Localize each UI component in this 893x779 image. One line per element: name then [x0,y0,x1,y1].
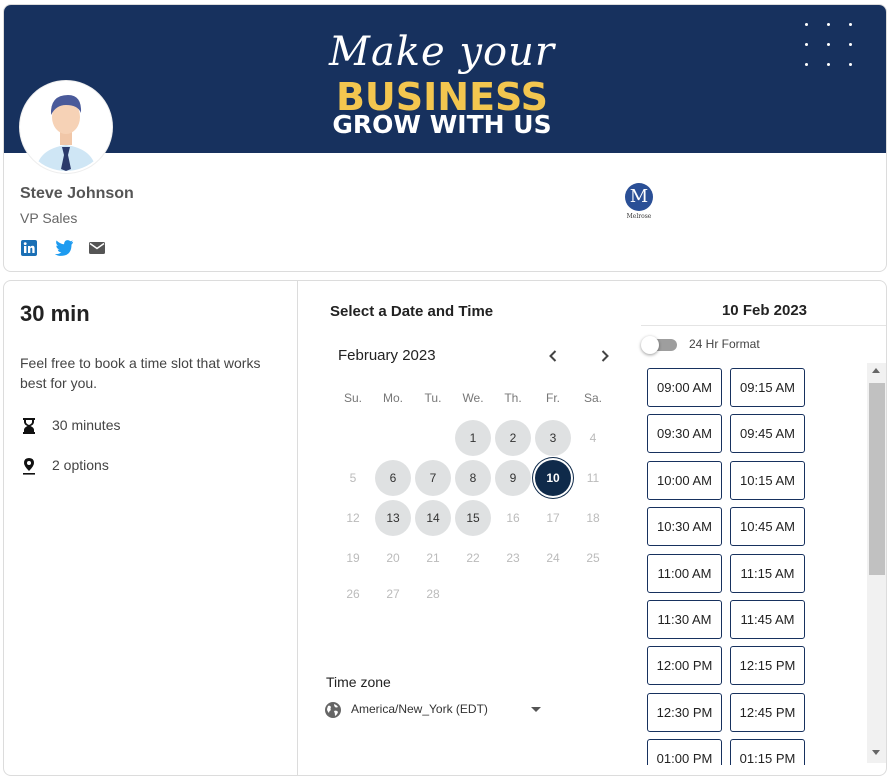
time-slots-pane: 10 Feb 2023 24 Hr Format 09:00 AM 09:15 A… [641,281,886,775]
time-slot-list: 09:00 AM 09:15 AM 09:30 AM 09:45 AM 10:00 AM… [641,281,867,765]
banner-subheadline: GROW WITH US [332,110,552,139]
time-slot-button[interactable]: 12:00 PM [647,646,722,686]
calendar-day[interactable]: 9 [495,460,531,496]
email-icon[interactable] [88,239,108,259]
calendar-day[interactable]: 1 [455,420,491,456]
weekday-label: Tu. [424,391,442,405]
banner-script-text: Make your [329,29,555,75]
time-slot-button[interactable]: 09:30 AM [647,414,722,454]
time-slot-button[interactable]: 01:00 PM [647,739,722,765]
time-slot-button[interactable]: 09:45 AM [730,414,805,454]
time-slot-button[interactable]: 11:00 AM [647,553,722,593]
calendar-day[interactable]: 14 [415,500,451,536]
time-slot-button[interactable]: 11:15 AM [730,553,805,593]
globe-icon [324,701,342,719]
twitter-icon[interactable] [54,239,74,259]
time-slot-button[interactable]: 10:15 AM [730,460,805,500]
timezone-value: America/New_York (EDT) [351,702,488,716]
calendar-day[interactable]: 15 [455,500,491,536]
hourglass-icon [22,417,38,435]
time-slot-button[interactable]: 10:45 AM [730,507,805,547]
decorative-dots [805,23,855,69]
weekday-label: Su. [343,391,362,405]
banner: Make your BUSINESS GROW WITH US [4,5,886,153]
calendar-day: 26 [346,587,360,601]
time-slot-button[interactable]: 11:45 AM [730,600,805,639]
calendar-day[interactable]: 2 [495,420,531,456]
profile-title: VP Sales [20,210,78,226]
company-logo-text: Melrose [626,213,652,220]
calendar-day: 5 [349,471,357,485]
time-slot-button[interactable]: 12:30 PM [647,692,722,732]
time-slot-button[interactable]: 09:15 AM [730,368,805,407]
calendar-heading: Select a Date and Time [330,303,494,320]
weekday-label: Sa. [583,391,602,405]
slots-scrollbar[interactable] [867,363,886,763]
next-month-button[interactable] [594,345,616,367]
caret-down-icon [531,707,541,712]
calendar-day: 27 [386,587,400,601]
prev-month-button[interactable] [542,345,564,367]
calendar-day: 16 [506,511,520,525]
weekday-label: We. [462,391,484,405]
calendar-day: 17 [546,511,560,525]
scroll-down-arrow-icon[interactable] [872,750,880,755]
company-logo: M Melrose [614,183,664,228]
company-logo-mark: M [625,183,653,211]
calendar-day: 23 [506,551,520,565]
calendar-day: 25 [586,551,600,565]
calendar-day[interactable]: 7 [415,460,451,496]
weekday-label: Mo. [382,391,403,405]
calendar-day: 28 [426,587,440,601]
chevron-left-icon [549,350,557,362]
time-slot-button[interactable]: 12:15 PM [730,646,805,686]
month-label: February 2023 [338,347,436,364]
event-details: 30 min Feel free to book a time slot tha… [4,281,298,775]
time-slot-button[interactable]: 11:30 AM [647,600,722,639]
location-pin-icon [22,457,38,475]
time-slot-button[interactable]: 12:45 PM [730,692,805,732]
time-slot-button[interactable]: 10:00 AM [647,460,722,500]
calendar-day[interactable]: 6 [375,460,411,496]
calendar-day-selected[interactable]: 10 [535,460,571,496]
duration-text: 30 minutes [52,417,121,433]
calendar-day: 19 [346,551,360,565]
avatar [20,81,112,173]
time-slot-button[interactable]: 09:00 AM [647,368,722,407]
weekday-label: Fr. [546,391,560,405]
scroll-up-arrow-icon[interactable] [872,368,880,373]
calendar-day: 12 [346,511,360,525]
calendar-day: 18 [586,511,600,525]
calendar-day[interactable]: 3 [535,420,571,456]
calendar-day: 22 [466,551,480,565]
calendar-day: 21 [426,551,440,565]
booking-card: 30 min Feel free to book a time slot tha… [3,280,887,776]
chevron-right-icon [601,350,609,362]
weekday-label: Th. [504,391,522,405]
calendar-day: 20 [386,551,400,565]
time-slot-button[interactable]: 01:15 PM [730,739,805,765]
timezone-label: Time zone [326,674,391,690]
calendar-day[interactable]: 8 [455,460,491,496]
event-title: 30 min [20,301,90,326]
calendar-day[interactable]: 13 [375,500,411,536]
calendar-day: 4 [589,431,597,445]
time-slot-button[interactable]: 10:30 AM [647,507,722,547]
scroll-thumb[interactable] [869,383,885,575]
profile-name: Steve Johnson [20,185,134,202]
event-description: Feel free to book a time slot that works… [20,355,261,391]
linkedin-icon[interactable] [20,239,40,259]
calendar-day: 24 [546,551,560,565]
calendar-day: 11 [586,471,600,485]
location-text: 2 options [52,457,109,473]
timezone-select[interactable]: America/New_York (EDT) [324,699,544,721]
profile-card: Make your BUSINESS GROW WITH US Steve Jo… [3,4,887,272]
